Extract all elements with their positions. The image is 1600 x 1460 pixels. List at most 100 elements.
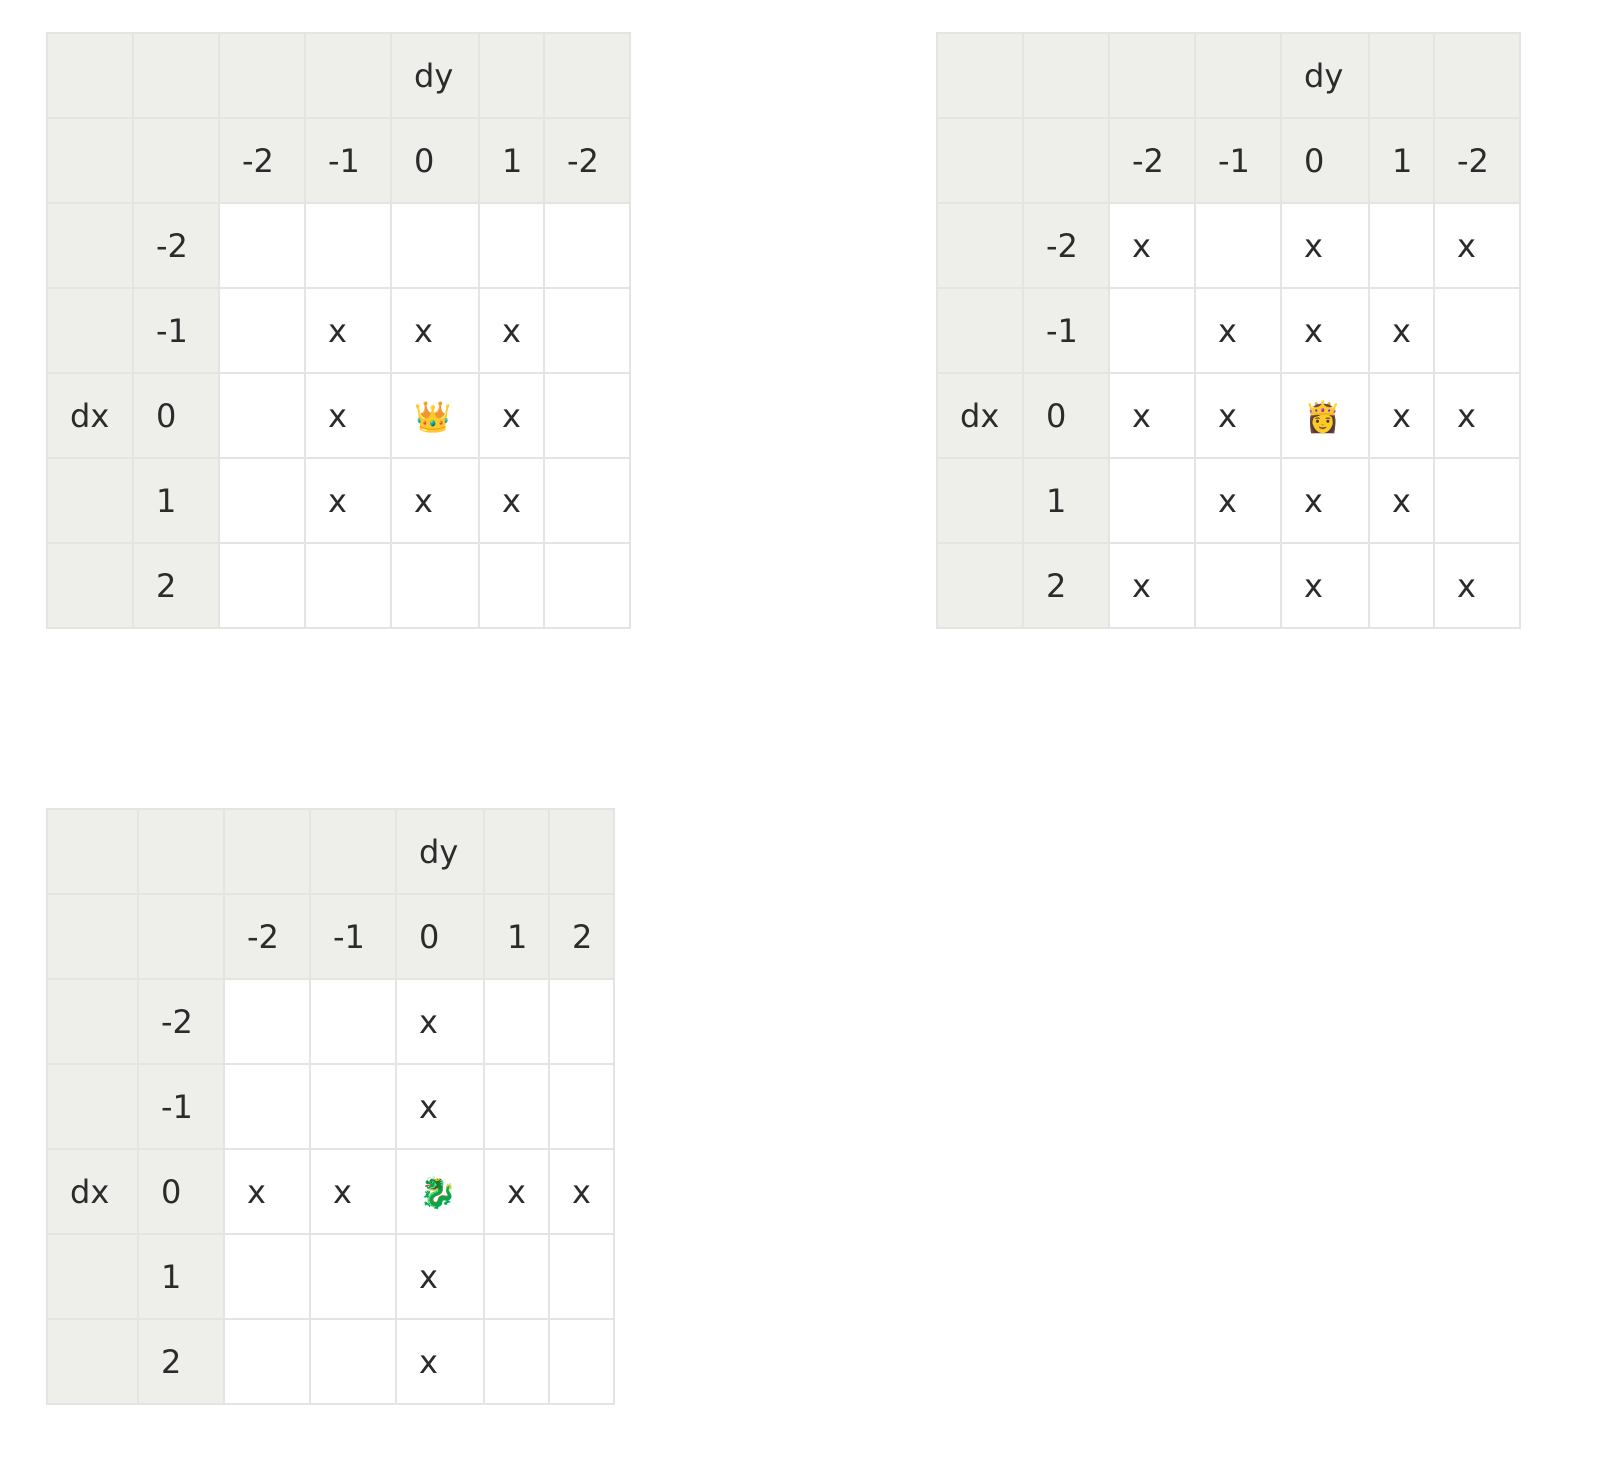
corner-cell — [1022, 32, 1110, 119]
column-value: -2 — [218, 117, 306, 204]
table-row: -1 x x x — [46, 287, 631, 374]
corner-cell — [137, 893, 225, 980]
grid-cell: x — [1194, 457, 1282, 544]
row-value: -1 — [1022, 287, 1110, 374]
grid-cell — [543, 372, 631, 459]
row-value: -1 — [137, 1063, 225, 1150]
grid-cell: x — [1433, 372, 1521, 459]
grid-cell: x — [1108, 372, 1196, 459]
column-value: 0 — [1280, 117, 1370, 204]
row-axis-label: dx — [46, 1148, 139, 1235]
row-value: 0 — [1022, 372, 1110, 459]
grid-cell — [543, 287, 631, 374]
grid-cell: x — [304, 372, 392, 459]
grid-cell — [1368, 542, 1435, 629]
column-value: 1 — [483, 893, 550, 980]
dragon-icon: 🐉 — [419, 1175, 457, 1211]
table-row: 2 — [46, 542, 631, 629]
table-row: 2 x x x — [936, 542, 1521, 629]
grid-cell: x — [1280, 457, 1370, 544]
column-axis-spacer — [483, 808, 550, 895]
row-axis-spacer — [46, 202, 134, 289]
column-axis-row: dy — [936, 32, 1521, 119]
grid-cell — [218, 287, 306, 374]
corner-cell — [936, 117, 1024, 204]
grid-cell: x — [1280, 202, 1370, 289]
column-value: 2 — [548, 893, 615, 980]
grid-cell: x — [395, 1063, 485, 1150]
grid-cell — [1433, 287, 1521, 374]
corner-cell — [46, 32, 134, 119]
row-axis-spacer — [46, 1318, 139, 1405]
grid-cell — [483, 1233, 550, 1320]
column-axis-spacer — [478, 32, 545, 119]
grid-cell — [543, 202, 631, 289]
grid-cell: x — [478, 372, 545, 459]
corner-cell — [46, 117, 134, 204]
column-axis-spacer — [548, 808, 615, 895]
queen-move-table: dy -2 -1 0 1 -2 -2 x x x -1 x x x dx 0 x… — [936, 32, 1521, 629]
table-row: -1 x — [46, 1063, 615, 1150]
row-axis-spacer — [936, 457, 1024, 544]
grid-cell: x — [304, 457, 392, 544]
row-value: 2 — [137, 1318, 225, 1405]
table-row: 1 x — [46, 1233, 615, 1320]
column-axis-spacer — [1433, 32, 1521, 119]
grid-cell — [478, 542, 545, 629]
corner-cell — [132, 117, 220, 204]
grid-cell: x — [548, 1148, 615, 1235]
grid-cell — [390, 542, 480, 629]
grid-cell — [218, 202, 306, 289]
corner-cell — [1022, 117, 1110, 204]
grid-cell — [309, 1233, 397, 1320]
column-value: -2 — [543, 117, 631, 204]
row-axis-spacer — [46, 1063, 139, 1150]
row-value: 0 — [132, 372, 220, 459]
king-move-table: dy -2 -1 0 1 -2 -2 -1 x x x dx 0 x 👑 x 1… — [46, 32, 631, 629]
grid-cell — [483, 1318, 550, 1405]
grid-cell — [1108, 287, 1196, 374]
column-axis-label: dy — [390, 32, 480, 119]
corner-cell — [132, 32, 220, 119]
grid-cell-piece: 👸 — [1280, 372, 1370, 459]
corner-cell — [46, 808, 139, 895]
column-value: -2 — [1108, 117, 1196, 204]
grid-cell — [218, 457, 306, 544]
table-row: 2 x — [46, 1318, 615, 1405]
grid-cell — [218, 372, 306, 459]
grid-cell: x — [390, 457, 480, 544]
grid-cell — [390, 202, 480, 289]
grid-cell — [1108, 457, 1196, 544]
grid-cell — [218, 542, 306, 629]
grid-cell — [543, 457, 631, 544]
dragon-move-table: dy -2 -1 0 1 2 -2 x -1 x dx 0 x x 🐉 x x — [46, 808, 615, 1405]
row-axis-spacer — [46, 542, 134, 629]
column-value: -1 — [1194, 117, 1282, 204]
column-axis-spacer — [1194, 32, 1282, 119]
column-axis-spacer — [309, 808, 397, 895]
grid-cell — [1433, 457, 1521, 544]
column-axis-row: dy — [46, 32, 631, 119]
column-axis-spacer — [304, 32, 392, 119]
table-row: dx 0 x x 👸 x x — [936, 372, 1521, 459]
row-value: -2 — [132, 202, 220, 289]
grid-cell — [548, 1318, 615, 1405]
column-value: -2 — [223, 893, 311, 980]
grid-cell: x — [478, 457, 545, 544]
column-values-row: -2 -1 0 1 -2 — [46, 117, 631, 204]
column-axis-spacer — [218, 32, 306, 119]
column-axis-label: dy — [395, 808, 485, 895]
grid-cell — [223, 978, 311, 1065]
table-row: -2 — [46, 202, 631, 289]
grid-cell: x — [395, 1318, 485, 1405]
table-row: -2 x x x — [936, 202, 1521, 289]
row-value: 2 — [132, 542, 220, 629]
grid-cell — [548, 1063, 615, 1150]
row-value: -1 — [132, 287, 220, 374]
grid-cell — [478, 202, 545, 289]
grid-cell: x — [1368, 457, 1435, 544]
column-axis-spacer — [543, 32, 631, 119]
crown-icon: 👑 — [414, 399, 452, 435]
table-row: -2 x — [46, 978, 615, 1065]
row-axis-spacer — [936, 287, 1024, 374]
